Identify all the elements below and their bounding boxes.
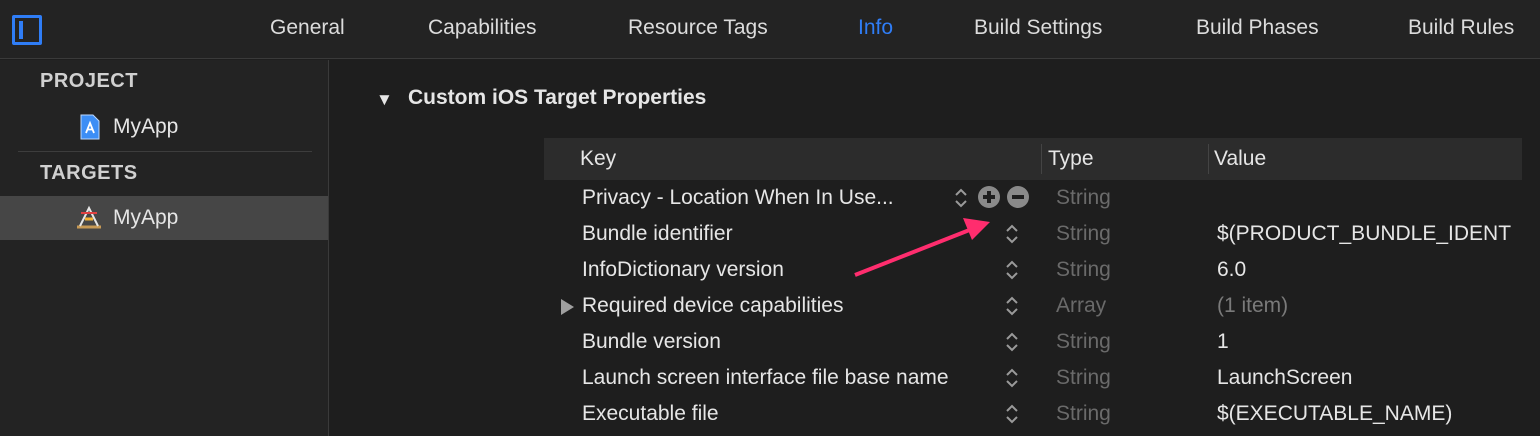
stepper-icon[interactable]: [1005, 365, 1019, 391]
row-type[interactable]: String: [1056, 330, 1111, 354]
section-title: Custom iOS Target Properties: [408, 86, 707, 109]
stepper-icon[interactable]: [1005, 401, 1019, 427]
column-header-value[interactable]: Value: [1214, 147, 1266, 171]
row-type[interactable]: String: [1056, 258, 1111, 282]
row-type[interactable]: String: [1056, 222, 1111, 246]
tab-info[interactable]: Info: [858, 16, 893, 40]
divider: [18, 151, 312, 152]
table-row[interactable]: Privacy - Location When In Use... String: [544, 180, 1522, 216]
column-divider[interactable]: [1208, 144, 1209, 174]
editor-tab-bar: General Capabilities Resource Tags Info …: [0, 0, 1540, 59]
row-value[interactable]: (1 item): [1217, 294, 1288, 318]
stepper-icon[interactable]: [1005, 221, 1019, 247]
table-row[interactable]: Bundle identifier String $(PRODUCT_BUNDL…: [544, 216, 1522, 252]
row-value[interactable]: $(PRODUCT_BUNDLE_IDENT: [1217, 222, 1511, 246]
project-file-icon: [80, 114, 100, 140]
row-type[interactable]: String: [1056, 402, 1111, 426]
row-key[interactable]: Executable file: [582, 402, 719, 426]
project-section-label: PROJECT: [40, 70, 138, 92]
project-item-label: MyApp: [113, 115, 179, 138]
row-key[interactable]: Required device capabilities: [582, 294, 844, 318]
targets-section-label: TARGETS: [40, 162, 138, 184]
table-row[interactable]: Launch screen interface file base name S…: [544, 360, 1522, 396]
add-row-icon[interactable]: [978, 186, 1000, 208]
row-type[interactable]: String: [1056, 366, 1111, 390]
property-list-table: Key Type Value Privacy - Location When I…: [544, 138, 1522, 432]
table-row[interactable]: Executable file String $(EXECUTABLE_NAME…: [544, 396, 1522, 432]
table-row[interactable]: Required device capabilities Array (1 it…: [544, 288, 1522, 324]
column-header-key[interactable]: Key: [580, 147, 616, 171]
tab-build-rules[interactable]: Build Rules: [1408, 16, 1514, 40]
row-type[interactable]: Array: [1056, 294, 1106, 318]
column-divider[interactable]: [1041, 144, 1042, 174]
project-target-list: PROJECT MyApp TARGETS MyApp: [0, 60, 329, 436]
info-editor: ▼ Custom iOS Target Properties Key Type …: [330, 60, 1540, 436]
tab-general[interactable]: General: [270, 16, 345, 40]
column-header-type[interactable]: Type: [1048, 147, 1094, 171]
target-item-label: MyApp: [113, 206, 179, 229]
row-key[interactable]: Bundle version: [582, 330, 721, 354]
tab-resource-tags[interactable]: Resource Tags: [628, 16, 768, 40]
stepper-icon[interactable]: [1005, 257, 1019, 283]
target-item-myapp[interactable]: MyApp: [0, 196, 328, 240]
row-value[interactable]: 6.0: [1217, 258, 1246, 282]
sidebar-toggle-icon[interactable]: [12, 15, 42, 45]
table-row[interactable]: InfoDictionary version String 6.0: [544, 252, 1522, 288]
expand-triangle-icon[interactable]: [561, 299, 574, 315]
remove-row-icon[interactable]: [1007, 186, 1029, 208]
tab-build-phases[interactable]: Build Phases: [1196, 16, 1319, 40]
tab-build-settings[interactable]: Build Settings: [974, 16, 1102, 40]
row-type[interactable]: String: [1056, 186, 1111, 210]
stepper-icon[interactable]: [1005, 329, 1019, 355]
row-value[interactable]: 1: [1217, 330, 1229, 354]
row-value[interactable]: LaunchScreen: [1217, 366, 1352, 390]
stepper-icon[interactable]: [954, 185, 968, 211]
project-item-myapp[interactable]: MyApp: [0, 105, 328, 149]
row-value[interactable]: $(EXECUTABLE_NAME): [1217, 402, 1452, 426]
stepper-icon[interactable]: [1005, 293, 1019, 319]
row-key[interactable]: Launch screen interface file base name: [582, 366, 949, 390]
row-key[interactable]: InfoDictionary version: [582, 258, 784, 282]
table-row[interactable]: Bundle version String 1: [544, 324, 1522, 360]
row-key[interactable]: Privacy - Location When In Use...: [582, 186, 894, 210]
tab-capabilities[interactable]: Capabilities: [428, 16, 537, 40]
app-target-icon: [77, 205, 101, 229]
disclosure-triangle-icon[interactable]: ▼: [376, 90, 393, 110]
table-header: Key Type Value: [544, 138, 1522, 180]
row-key[interactable]: Bundle identifier: [582, 222, 733, 246]
